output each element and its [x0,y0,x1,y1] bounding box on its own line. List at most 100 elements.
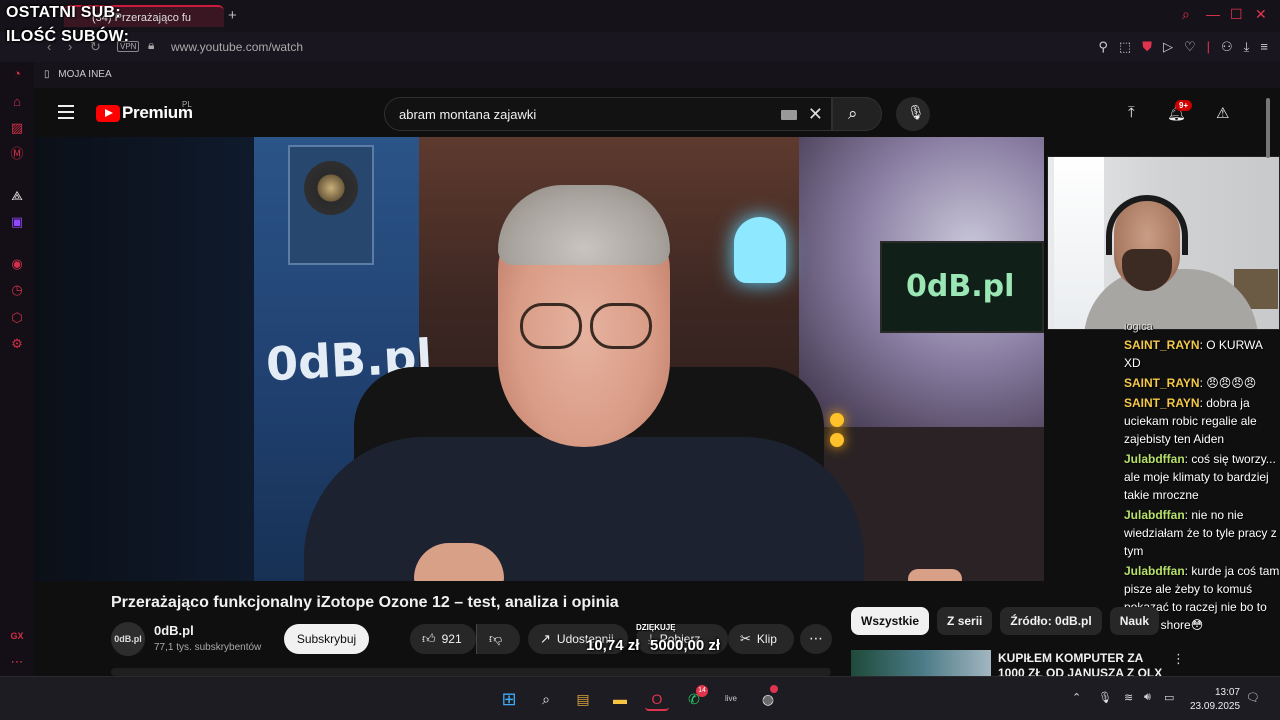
file-explorer-icon[interactable]: ▬ [608,687,632,711]
speed-dial-icon[interactable]: ◔ [9,66,25,82]
bookmarks-bar: ▯ MOJA INEA [34,62,1280,88]
twitch-icon[interactable]: ▣ [9,214,25,230]
youtube-logo-icon[interactable] [96,105,120,122]
windows-taskbar: ⊞ ⌕ ▤ ▬ O ✆ 14 live ◍ ⌃ 🎙︎ ≋ 🔊︎ ▭ 13:07 … [0,676,1280,720]
youtube-header: Premium PL abram montana zajawki ✕ ⌕ 🎙︎ … [34,88,1280,138]
mic-icon[interactable]: 🎙︎ [1098,691,1112,704]
glasses-right [590,303,652,349]
browser-tab-bar: (34) Przerażająco fu + ⌕ — ☐ ✕ [0,0,1280,32]
play-icon[interactable]: ▷ [1163,39,1173,55]
settings-icon[interactable]: ⚙ [9,336,25,352]
shop-icon[interactable]: ⌂ [9,94,25,110]
chip-all[interactable]: Wszystkie [851,607,930,635]
chat-message: Julabdffan: coś się tworzy... ale moje k… [1124,452,1276,502]
gold-record-frame [288,145,374,265]
presenter-body [304,437,864,581]
search-icon[interactable]: ⌕ [1182,6,1190,23]
kebab-menu-icon[interactable]: ⋮ [1172,651,1185,667]
notification-badge: 9+ [1175,100,1193,111]
description-box-edge [111,668,831,676]
toolbar-icons: ⚲ ⬚ ⛊ ▷ ♡ | ⚇ ⤓ ≡ [1098,39,1268,55]
volume-icon[interactable]: 🔊︎ [1144,691,1151,704]
clock[interactable]: 13:07 23.09.2025 [1190,686,1240,714]
history-icon[interactable]: ◷ [9,282,25,298]
more-actions-button[interactable]: ⋯ [800,624,832,654]
keyboard-icon[interactable] [781,110,797,120]
thumbs-down-icon: 👎︎ [489,631,503,646]
battery-icon[interactable]: ▭ [1164,691,1174,704]
video-title: Przerażająco funkcjonalny iZotope Ozone … [111,594,619,611]
search-button[interactable]: ⌕ [832,97,882,131]
upload-icon[interactable]: ⤒ [1128,104,1135,121]
recommendation-thumbnail[interactable] [851,650,991,676]
download-icon[interactable]: ⤓ [1244,39,1250,55]
messenger-icon[interactable]: Ⓜ [9,146,25,162]
live-app-icon[interactable]: live [719,687,743,711]
obs-recording-dot [770,685,778,693]
account-avatar-icon[interactable]: ⚠ [1216,104,1229,122]
opera-gx-icon[interactable]: O [645,687,669,711]
start-icon[interactable]: ⊞ [497,687,521,711]
clock-time: 13:07 [1214,687,1240,698]
search-box[interactable]: abram montana zajawki ✕ [384,97,832,131]
page-scrollbar[interactable] [1266,98,1270,158]
channel-name[interactable]: 0dB.pl [154,623,194,638]
presenter-hand [908,569,962,581]
image-icon[interactable]: ▨ [9,120,25,136]
chat-username: SAINT_RAYN [1124,338,1200,352]
heart-icon[interactable]: ♡ [1184,39,1196,55]
studio-screen: 0dB.pl [880,241,1044,333]
menu-icon[interactable] [58,105,74,123]
like-button[interactable]: 👍︎ 921 [410,624,476,654]
voice-search-button[interactable]: 🎙︎ [896,97,930,131]
channel-avatar[interactable]: 0dB.pl [111,622,145,656]
account-icon[interactable]: ⚇ [1221,39,1233,55]
search-input[interactable]: abram montana zajawki [399,107,536,122]
clip-button[interactable]: ✂ Klip [728,624,794,654]
tray-chevron-icon[interactable]: ⌃ [1072,691,1081,704]
winrar-icon[interactable]: ▤ [571,687,595,711]
share-icon: ↗ [540,631,551,646]
recommendation-title[interactable]: KUPIŁEM KOMPUTER ZA 1000 ZŁ OD JANUSZA Z… [998,651,1168,676]
extensions-icon[interactable]: ⬡ [9,310,25,326]
video-bg-left [34,137,254,581]
chip-series[interactable]: Z serii [937,607,993,635]
pin-icon[interactable]: ⚲ [1098,39,1108,55]
new-tab-button[interactable]: + [228,7,237,24]
chip-learning[interactable]: Nauk [1109,607,1160,635]
donation-label: DZIĘKUJĘ [636,623,676,632]
player-icon[interactable]: ◉ [9,256,25,272]
menu-icon[interactable]: ≡ [1260,39,1268,55]
dislike-button[interactable]: 👎︎ [476,624,520,654]
close-icon[interactable]: ✕ [1255,6,1267,23]
notifications-icon[interactable]: 🗨︎ [1246,691,1260,704]
bookmark-moja-inea[interactable]: MOJA INEA [58,69,111,80]
ai-icon[interactable]: ⟁ [9,188,25,204]
shield-icon[interactable]: ⛊ [1142,39,1152,55]
wifi-icon[interactable]: ≋ [1124,691,1133,704]
minimize-icon[interactable]: — [1206,6,1220,22]
channel-subscriber-count: 77,1 tys. subskrybentów [154,642,262,653]
chat-username: SAINT_RAYN [1124,376,1200,390]
url-field[interactable]: www.youtube.com/watch [171,40,303,54]
whatsapp-badge: 14 [696,685,708,697]
chat-message: SAINT_RAYN: O KURWA XD [1124,338,1263,370]
snapshot-icon[interactable]: ⬚ [1119,39,1131,55]
tube-lamp [830,433,844,447]
mic-icon: 🎙︎ [907,104,925,120]
ghost-lamp [734,217,786,283]
lock-icon[interactable]: 🔒︎ [148,38,154,53]
gx-icon[interactable]: GX [9,628,25,644]
recommendation-chips: Wszystkie Z serii Źródło: 0dB.pl Nauk [851,607,1160,635]
glasses-left [520,303,582,349]
chat-message: Julabdffan: nie no nie wiedziałam że to … [1124,508,1277,558]
bookmark-page-icon: ▯ [44,69,50,80]
maximize-icon[interactable]: ☐ [1230,6,1243,23]
search-icon[interactable]: ⌕ [534,687,558,711]
subscribe-button[interactable]: Subskrybuj [284,624,369,654]
clear-search-icon[interactable]: ✕ [808,104,823,125]
more-icon[interactable]: ⋯ [9,654,25,670]
chip-source[interactable]: Źródło: 0dB.pl [1000,607,1102,635]
chat-username: Julabdffan [1124,564,1185,578]
video-player[interactable]: 0dB.pl 0dB.pl [34,137,1044,581]
